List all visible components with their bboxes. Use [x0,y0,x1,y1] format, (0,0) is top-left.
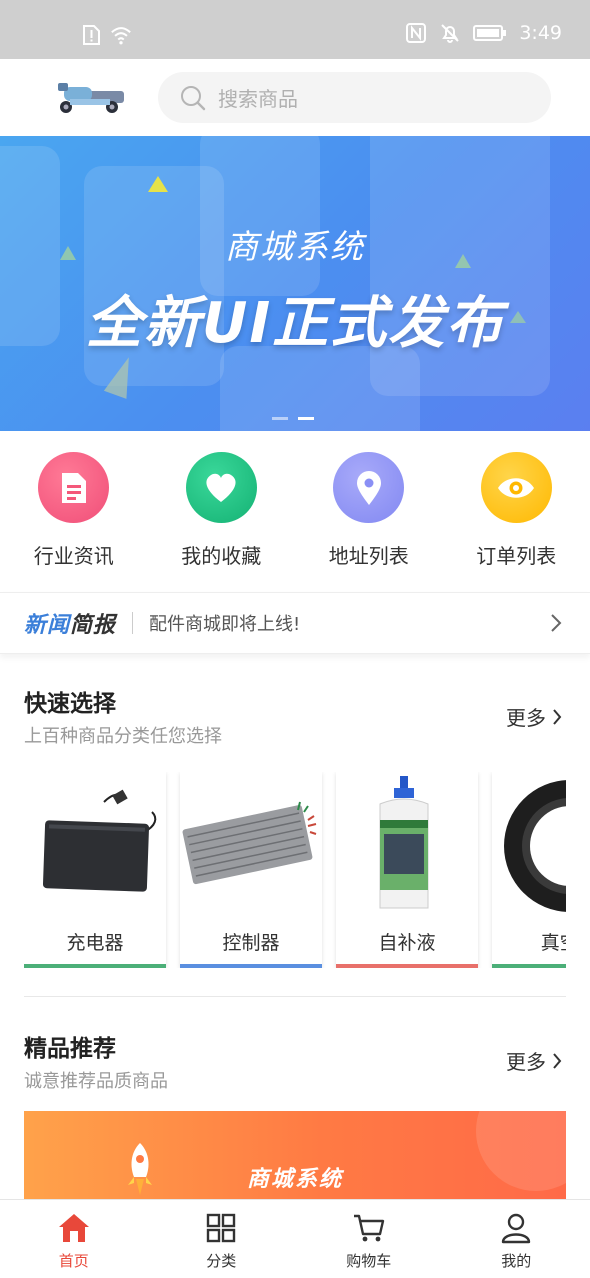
quick-nav-label: 我的收藏 [181,544,262,568]
app-logo [58,83,124,113]
status-left [80,24,132,46]
news-headline[interactable]: 配件商城即将上线! [149,610,550,636]
tab-label: 分类 [206,1252,237,1270]
search-placeholder: 搜索商品 [218,87,298,111]
category-underline [180,964,322,968]
cart-icon [353,1214,384,1242]
home-icon [58,1214,89,1242]
quick-select-title: 快速选择 [24,691,116,717]
carousel-dots [272,417,314,420]
quick-select-subtitle: 上百种商品分类任您选择 [24,726,222,747]
quick-nav: 行业资讯 我的收藏 地址列表 订单列表 [0,431,590,591]
sealant-bottle-image [336,772,478,914]
category-scroller[interactable]: 充电器 控制器 自补液 真 [24,772,566,968]
banner-decor-card [200,136,320,296]
category-underline [492,964,566,968]
chevron-right-icon [553,1052,562,1069]
search-bar[interactable]: 搜索商品 [158,72,551,123]
quick-nav-label: 订单列表 [476,544,557,568]
quick-nav-item-orders[interactable]: 订单列表 [443,431,590,591]
nfc-icon [406,23,427,43]
tab-label: 购物车 [346,1252,392,1270]
heart-icon [206,473,236,502]
header: 搜索商品 [0,59,590,136]
featured-subtitle: 诚意推荐品质商品 [24,1071,168,1092]
news-logo-part-a: 新闻 [24,613,71,638]
controller-image [180,772,322,914]
quick-nav-item-news[interactable]: 行业资讯 [0,431,148,591]
featured-title: 精品推荐 [24,1036,116,1062]
status-bar: 3:49 [0,0,590,59]
tire-image [492,772,566,914]
featured-more-button[interactable]: 更多 [506,1046,562,1075]
category-card-vacuum-tire[interactable]: 真空: [492,772,566,968]
category-underline [336,964,478,968]
quick-nav-circle [480,452,552,523]
more-label: 更多 [506,1050,546,1074]
category-label: 真空: [540,932,566,954]
quick-select-more-button[interactable]: 更多 [506,702,562,731]
grid-icon [207,1213,236,1243]
quick-nav-label: 地址列表 [328,544,409,568]
banner-carousel[interactable]: 商城系统 全新UI正式发布 [0,136,590,431]
carousel-dot[interactable] [272,417,288,420]
news-logo-part-b: 简报 [70,613,117,638]
carousel-dot-active[interactable] [298,417,314,420]
status-time: 3:49 [519,22,562,44]
battery-icon [473,25,507,41]
chevron-right-icon [551,614,562,632]
section-divider [24,996,566,997]
bottom-tab-bar: 首页 分类 购物车 我的 [0,1199,590,1278]
location-pin-icon [356,470,381,505]
chevron-right-icon [553,708,562,725]
quick-nav-item-favorites[interactable]: 我的收藏 [148,431,296,591]
banner-subtitle: 商城系统 [225,227,365,266]
news-logo: 新闻简报 [24,607,116,639]
sim-alert-icon [83,25,100,45]
banner-decor-triangle [148,176,168,192]
category-label: 自补液 [378,932,436,954]
category-label: 充电器 [66,932,124,954]
quick-nav-label: 行业资讯 [33,544,114,568]
quick-nav-item-addresses[interactable]: 地址列表 [295,431,443,591]
category-card-controller[interactable]: 控制器 [180,772,322,968]
news-ticker[interactable]: 新闻简报 配件商城即将上线! [0,592,590,654]
quick-nav-circle [333,452,405,523]
tab-label: 首页 [58,1252,89,1270]
wifi-icon [111,27,131,45]
category-label: 控制器 [222,932,280,954]
category-underline [24,964,166,968]
tab-home[interactable]: 首页 [0,1200,148,1278]
promo-banner-text: 商城系统 [246,1167,343,1192]
news-divider [132,612,134,634]
mute-bell-icon [441,24,460,43]
category-card-charger[interactable]: 充电器 [24,772,166,968]
category-card-sealant[interactable]: 自补液 [336,772,478,968]
featured-promo-banner[interactable]: 商城系统 [24,1111,566,1206]
more-label: 更多 [506,706,546,730]
user-icon [502,1213,531,1244]
status-right: 3:49 [405,22,562,44]
banner-title: 全新UI正式发布 [85,291,505,356]
quick-nav-circle [185,452,257,523]
charger-image [24,772,166,914]
search-icon [181,85,206,110]
eye-icon [498,477,535,498]
quick-nav-circle [38,452,110,523]
document-icon [61,472,86,503]
tab-cart[interactable]: 购物车 [295,1200,443,1278]
tab-label: 我的 [501,1252,532,1270]
tab-category[interactable]: 分类 [148,1200,296,1278]
tab-profile[interactable]: 我的 [443,1200,590,1278]
